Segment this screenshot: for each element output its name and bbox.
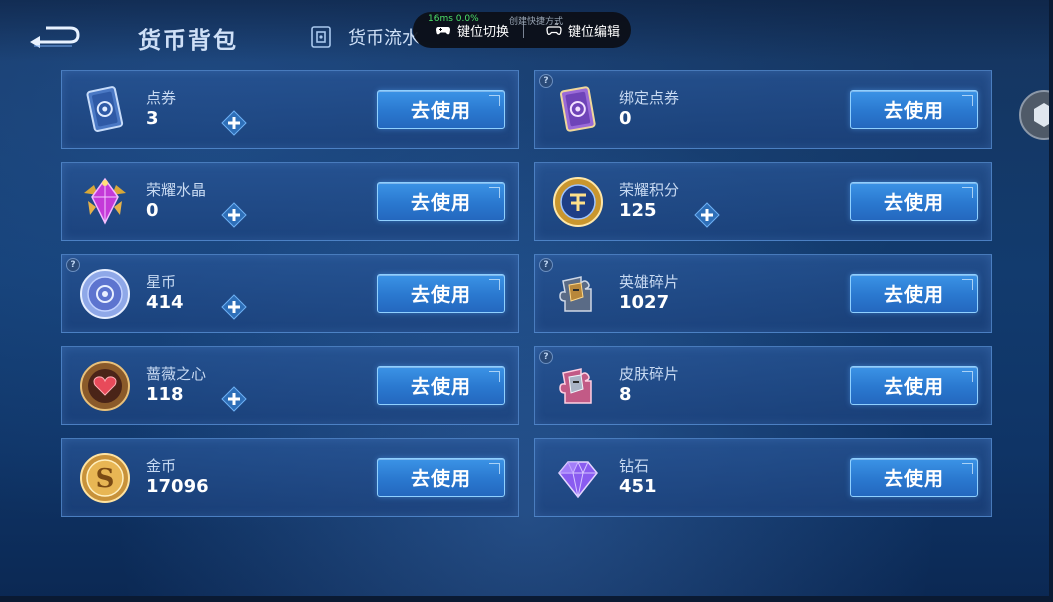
currency-amount: 0: [619, 108, 632, 129]
currency-card-voucher: 点券 3 去使用: [61, 70, 519, 149]
glory-points-icon: [553, 177, 603, 227]
add-plus-icon[interactable]: [220, 293, 248, 321]
gamepad-icon: [436, 27, 450, 35]
currency-flow-label: 货币流水: [348, 28, 420, 49]
shortcut-hint: 创建快捷方式: [509, 17, 564, 27]
currency-name: 星币: [146, 273, 177, 291]
currency-amount: 3: [146, 108, 159, 129]
use-button[interactable]: 去使用: [850, 274, 978, 313]
rose-heart-icon: [80, 361, 130, 411]
currency-name: 绑定点券: [619, 89, 680, 107]
gold-coin-icon: S: [80, 453, 130, 503]
diamond-icon: [558, 460, 598, 499]
back-arrow-icon: [30, 26, 80, 48]
currency-name: 荣耀水晶: [146, 181, 207, 199]
currency-amount: 118: [146, 384, 184, 405]
currency-amount: 125: [619, 200, 657, 221]
glory-crystal-icon: [84, 177, 126, 225]
bottom-edge: [0, 596, 1053, 602]
currency-name: 金币: [146, 457, 177, 475]
currency-card-diamond: 钻石 451 去使用: [534, 438, 992, 517]
currency-card-rose-heart: 蔷薇之心 118 去使用: [61, 346, 519, 425]
currency-amount: 414: [146, 292, 184, 313]
use-button[interactable]: 去使用: [377, 458, 505, 497]
back-button[interactable]: [26, 24, 82, 52]
currency-flow-tab[interactable]: 货币流水: [308, 24, 420, 50]
hero-fragment-icon: [559, 276, 592, 312]
voucher-card-icon: [86, 86, 124, 132]
use-button[interactable]: 去使用: [377, 366, 505, 405]
add-plus-icon[interactable]: [220, 385, 248, 413]
use-button[interactable]: 去使用: [377, 182, 505, 221]
currency-name: 点券: [146, 89, 177, 107]
currency-amount: 1027: [619, 292, 670, 313]
currency-amount: 451: [619, 476, 657, 497]
right-edge: [1049, 0, 1053, 602]
page-title: 货币背包: [138, 28, 238, 54]
use-button[interactable]: 去使用: [850, 458, 978, 497]
use-button[interactable]: 去使用: [377, 274, 505, 313]
currency-amount: 8: [619, 384, 632, 405]
ledger-card-icon: [311, 26, 331, 48]
svg-text:S: S: [96, 464, 115, 494]
currency-name: 蔷薇之心: [146, 365, 207, 383]
currency-name: 荣耀积分: [619, 181, 680, 199]
currency-name: 钻石: [619, 457, 650, 475]
game-screen: 货币背包 货币流水 16ms 0.0% 创建快捷方式 键位切换 键位编辑 点券 …: [0, 0, 1053, 602]
add-plus-icon[interactable]: [220, 109, 248, 137]
currency-name: 皮肤碎片: [619, 365, 680, 383]
currency-name: 英雄碎片: [619, 273, 680, 291]
fps-readout: 16ms 0.0%: [428, 14, 479, 24]
add-plus-icon[interactable]: [220, 201, 248, 229]
floating-side-button[interactable]: [1019, 90, 1053, 140]
add-plus-icon[interactable]: [693, 201, 721, 229]
use-button[interactable]: 去使用: [850, 182, 978, 221]
skin-fragment-icon: [559, 368, 592, 404]
keymap-edit-label: 键位编辑: [568, 24, 621, 40]
star-coin-icon: [80, 269, 130, 319]
currency-card-bound-voucher: ? 绑定点券 0 去使用: [534, 70, 992, 149]
use-button[interactable]: 去使用: [850, 366, 978, 405]
keymap-overlay: 16ms 0.0% 创建快捷方式 键位切换 键位编辑: [413, 12, 631, 48]
currency-card-glory-crystal: 荣耀水晶 0 去使用: [61, 162, 519, 241]
bound-voucher-icon: [560, 86, 596, 132]
currency-card-skin-fragment: ? 皮肤碎片 8 去使用: [534, 346, 992, 425]
currency-card-star-coin: ? 星币 414 去使用: [61, 254, 519, 333]
use-button[interactable]: 去使用: [377, 90, 505, 129]
currency-card-hero-fragment: ? 英雄碎片 1027 去使用: [534, 254, 992, 333]
currency-amount: 17096: [146, 476, 209, 497]
currency-card-gold-coin: S 金币 17096 去使用: [61, 438, 519, 517]
use-button[interactable]: 去使用: [850, 90, 978, 129]
currency-amount: 0: [146, 200, 159, 221]
currency-card-glory-points: 荣耀积分 125 去使用: [534, 162, 992, 241]
